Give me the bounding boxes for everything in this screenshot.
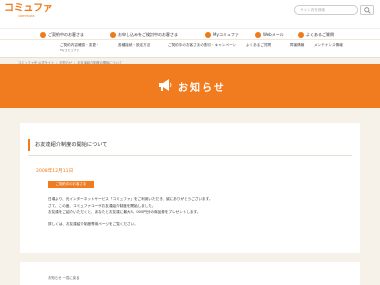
subnav-label: ご契約中のお客さまの割引・キャンペーン <box>168 43 237 47</box>
divider <box>28 155 352 156</box>
nav-label: Myコミュファ <box>213 32 239 37</box>
subnav-label: 各種接続・設定方法 <box>118 43 151 47</box>
my-commufa-icon <box>205 32 211 38</box>
subnav-faq[interactable]: よくあるご質問 <box>246 43 271 48</box>
subnav-label: よくあるご質問 <box>246 43 272 47</box>
subnav-sublabel: Myコミュファ <box>60 48 80 52</box>
page-hero: お知らせ <box>0 64 380 108</box>
subnav-label: 障害情報 <box>290 43 305 47</box>
article-paragraph: 詳しくは、お友達紹介制度専用ページをご覧ください。 <box>48 222 138 226</box>
article-paragraph: 日頃より、光インターネットサービス「コミュファ」をご利用いただき、誠にありがとう… <box>48 197 213 201</box>
logo-subtext: commufa <box>18 14 35 18</box>
nav-label: ご契約中のお客さま <box>48 32 84 37</box>
primary-nav: ご契約中のお客さま お申し込みをご検討中のお客さま Myコミュファ Webメール… <box>0 28 380 39</box>
article-paragraph: お友達をご紹介いただくと、あなたとお友達に最大5，000円分の商品券をプレゼント… <box>48 210 201 214</box>
subnav-contract[interactable]: ご契約内容確認・変更・ Myコミュファ <box>60 43 100 53</box>
bottom-panel <box>20 262 360 285</box>
secondary-nav: ご契約内容確認・変更・ Myコミュファ 各種接続・設定方法 ご契約中のお客さまの… <box>0 39 380 58</box>
person-icon <box>40 32 46 38</box>
logo-text: コミュファ <box>4 3 53 14</box>
site-header: コミュファ commufa サイト内を検索 <box>0 0 380 28</box>
commufa-logo[interactable]: コミュファ commufa <box>4 3 53 19</box>
nav-label: よくあるご質問 <box>306 32 334 37</box>
subnav-campaign[interactable]: ご契約中のお客さまの割引・キャンペーン <box>168 43 236 48</box>
search-icon <box>364 7 371 14</box>
subnav-settings[interactable]: 各種接続・設定方法 <box>118 43 150 48</box>
page-title: お知らせ <box>178 83 226 94</box>
article-title: お友達紹介制度の開始について <box>28 139 348 151</box>
question-icon <box>298 32 304 38</box>
subnav-outage[interactable]: 障害情報 <box>290 43 304 48</box>
person-icon <box>110 32 116 38</box>
megaphone-icon <box>159 79 172 91</box>
nav-label: お申し込みをご検討中のお客さま <box>118 32 178 37</box>
back-to-list-link[interactable]: お知らせ 一覧に戻る <box>48 275 80 280</box>
article-date: 2008年12月11日 <box>36 169 74 174</box>
article-paragraph: さて、この度、コミュファユーザお友達紹介制度を開始しました。 <box>48 204 156 208</box>
search-input[interactable]: サイト内を検索 <box>294 5 358 15</box>
category-badge: ご契約中のお客さま <box>48 181 94 188</box>
subnav-label: メンテナンス情報 <box>314 43 343 47</box>
mail-icon <box>255 32 261 38</box>
nav-label: Webメール <box>263 32 284 37</box>
search-button[interactable] <box>360 5 374 15</box>
subnav-maintenance[interactable]: メンテナンス情報 <box>314 43 343 48</box>
